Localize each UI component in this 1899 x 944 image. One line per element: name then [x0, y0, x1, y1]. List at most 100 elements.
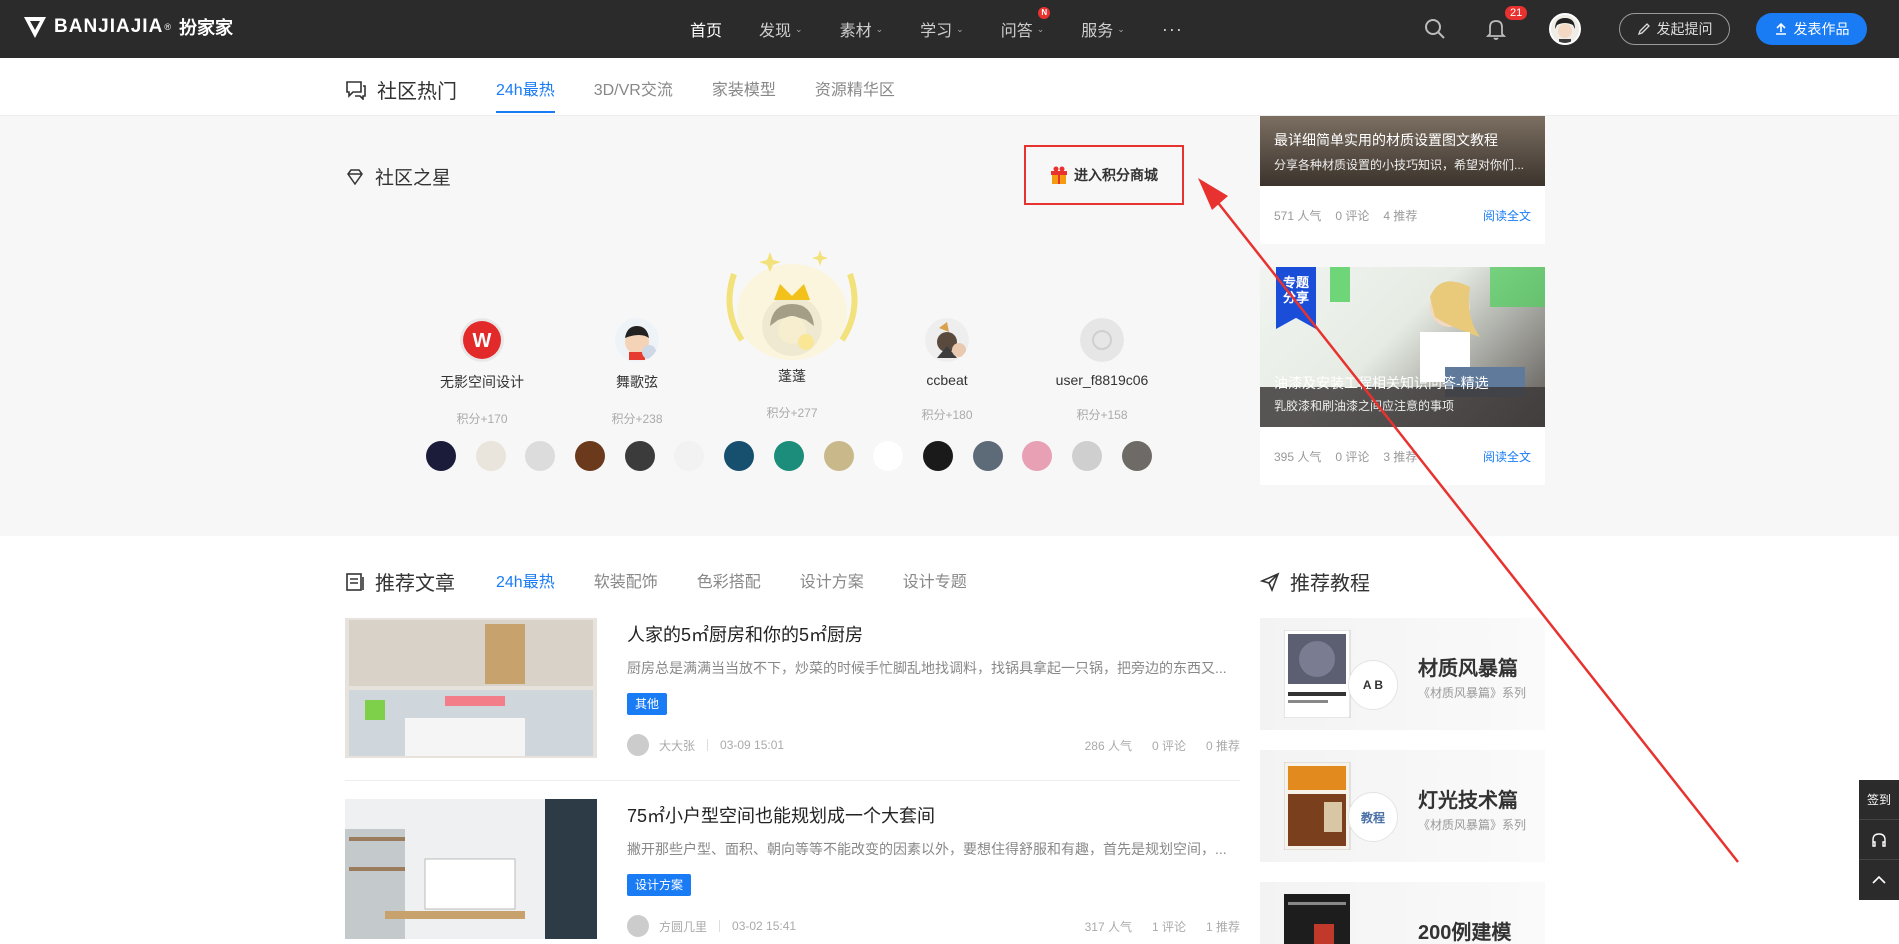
checkin-button[interactable]: 签到: [1859, 780, 1899, 820]
tab-soft-decor[interactable]: 软装配饰: [594, 568, 658, 605]
avatar[interactable]: [823, 441, 854, 471]
tab-design-plans[interactable]: 设计方案: [800, 568, 864, 605]
avatar[interactable]: [624, 441, 655, 471]
tab-24h-hot[interactable]: 24h最热: [496, 568, 555, 605]
tutorial-item-2[interactable]: 教程 灯光技术篇 《材质风暴篇》系列: [1260, 750, 1545, 862]
avatar[interactable]: [674, 441, 705, 471]
paper-plane-icon: [1260, 572, 1280, 592]
card-desc: 乳胶漆和刷油漆之间应注意的事项: [1274, 399, 1455, 413]
star-user-4[interactable]: ccbeat 积分+180: [882, 318, 1012, 423]
site-logo[interactable]: BANJIAJIA ® 扮家家: [22, 14, 233, 40]
tab-3dvr[interactable]: 3D/VR交流: [594, 76, 673, 113]
avatar[interactable]: [922, 441, 953, 471]
tutorial-item-3[interactable]: 200例建模: [1260, 882, 1545, 944]
chevron-down-icon: ⌄: [956, 23, 964, 34]
avatar: [925, 318, 969, 362]
upload-icon: [1775, 22, 1786, 35]
views-count: 317 人气: [1084, 919, 1132, 934]
chevron-down-icon: ⌄: [1117, 23, 1125, 34]
article-desc: 厨房总是满满当当放不下，炒菜的时候手忙脚乱地找调料，找锅具拿起一只锅，把旁边的东…: [627, 660, 1227, 676]
nav-more-button[interactable]: ···: [1162, 19, 1183, 40]
recommend-count: 1 推荐: [1205, 919, 1240, 934]
gift-icon: [1051, 166, 1067, 184]
avatar[interactable]: [575, 441, 606, 471]
star-user-1[interactable]: W 无影空间设计 积分+170: [417, 318, 547, 427]
tab-home-models[interactable]: 家装模型: [712, 76, 776, 113]
tutorial-title[interactable]: 200例建模: [1418, 916, 1511, 944]
avatar[interactable]: [724, 441, 755, 471]
avatar[interactable]: [1022, 441, 1053, 471]
read-more-link[interactable]: 阅读全文: [1483, 207, 1531, 224]
star-points: 积分+170: [456, 412, 508, 426]
nav-item-materials[interactable]: 素材 ⌄: [840, 17, 884, 41]
article-tag[interactable]: 其他: [627, 693, 668, 715]
article-title[interactable]: 人家的5㎡厨房和你的5㎡厨房: [627, 621, 863, 647]
avatar[interactable]: [773, 441, 804, 471]
ask-question-button[interactable]: 发起提问: [1619, 13, 1730, 45]
avatar[interactable]: [426, 441, 456, 471]
featured-card-2[interactable]: 专题 分享 油漆及安装工程相关知识问答-精选 乳胶漆和刷油漆之间应注意的事项 39…: [1260, 267, 1545, 485]
bell-icon[interactable]: [1484, 17, 1508, 41]
article-item-1[interactable]: 人家的5㎡厨房和你的5㎡厨房 厨房总是满满当当放不下，炒菜的时候手忙脚乱地找调料…: [345, 618, 1240, 793]
card-image: 最详细简单实用的材质设置图文教程 分享各种材质设置的小技巧知识，希望对你们...: [1260, 116, 1545, 186]
avatar[interactable]: [1071, 441, 1102, 471]
avatar[interactable]: [972, 441, 1003, 471]
tab-24h-hot[interactable]: 24h最热: [496, 76, 555, 113]
top-navbar: BANJIAJIA ® 扮家家 首页 发现 ⌄ 素材 ⌄ 学习 ⌄ 问答 ⌄ N 服务 ⌄ …: [0, 0, 1899, 58]
author-avatar[interactable]: [627, 734, 649, 756]
tab-resources[interactable]: 资源精华区: [815, 76, 895, 113]
author-name[interactable]: 大大张: [659, 737, 695, 754]
star-user-2[interactable]: 舞歌弦 积分+238: [572, 318, 702, 427]
nav-item-service[interactable]: 服务 ⌄: [1081, 17, 1125, 41]
logo-icon: [24, 17, 46, 38]
back-to-top-button[interactable]: [1859, 860, 1899, 900]
avatar[interactable]: [525, 441, 556, 471]
card-image: 专题 分享 油漆及安装工程相关知识问答-精选 乳胶漆和刷油漆之间应注意的事项: [1260, 267, 1545, 427]
tutorial-title[interactable]: 材质风暴篇: [1418, 652, 1518, 681]
article-item-2[interactable]: 75㎡小户型空间也能规划成一个大套间 撇开那些户型、面积、朝向等等不能改变的因素…: [345, 799, 1240, 944]
comments-count: 1 评论: [1151, 919, 1186, 934]
card-desc: 分享各种材质设置的小技巧知识，希望对你们...: [1274, 158, 1525, 172]
nav-item-learn[interactable]: 学习 ⌄: [920, 17, 964, 41]
tab-design-topics[interactable]: 设计专题: [903, 568, 967, 605]
nav-item-home[interactable]: 首页: [690, 17, 722, 41]
avatar[interactable]: [475, 441, 506, 471]
author-avatar[interactable]: [627, 915, 649, 937]
card-meta: 571 人气 0 评论 4 推荐 阅读全文: [1274, 207, 1531, 224]
comments-count: 0 评论: [1151, 738, 1186, 753]
search-icon[interactable]: [1423, 17, 1447, 41]
user-avatar[interactable]: [1549, 13, 1581, 45]
tutorial-item-1[interactable]: A B 材质风暴篇 《材质风暴篇》系列: [1260, 618, 1545, 730]
chat-bubble-icon: [346, 80, 366, 100]
new-badge: N: [1038, 7, 1051, 19]
logo-text-cn: 扮家家: [178, 18, 233, 38]
read-more-link[interactable]: 阅读全文: [1483, 448, 1531, 465]
nav-item-discover[interactable]: 发现 ⌄: [759, 17, 803, 41]
publish-work-button[interactable]: 发表作品: [1756, 13, 1867, 45]
tutorial-title[interactable]: 灯光技术篇: [1418, 784, 1518, 813]
article-title[interactable]: 75㎡小户型空间也能规划成一个大套间: [627, 802, 935, 828]
chevron-up-icon: [1872, 875, 1886, 884]
avatar[interactable]: [873, 441, 904, 471]
star-user-5[interactable]: user_f8819c06 积分+158: [1037, 318, 1167, 423]
article-desc: 撇开那些户型、面积、朝向等等不能改变的因素以外，要想住得舒服和有趣，首先是规划空…: [627, 841, 1227, 857]
headset-support-button[interactable]: [1859, 820, 1899, 860]
divider: [345, 780, 1240, 781]
article-meta: 大大张 03-09 15:01 286 人气 0 评论 0 推荐: [627, 734, 1240, 756]
laurel-crown-icon: [726, 250, 858, 360]
notification-count-badge: 21: [1505, 6, 1528, 20]
chevron-down-icon: ⌄: [795, 23, 803, 34]
featured-card-1[interactable]: 最详细简单实用的材质设置图文教程 分享各种材质设置的小技巧知识，希望对你们...…: [1260, 116, 1545, 244]
points-mall-button[interactable]: 进入积分商城: [1024, 145, 1184, 205]
tab-color-matching[interactable]: 色彩搭配: [697, 568, 761, 605]
article-thumbnail: [345, 618, 597, 758]
article-thumbnail: [345, 799, 597, 939]
article-tag[interactable]: 设计方案: [627, 874, 692, 896]
star-name: user_f8819c06: [1055, 372, 1149, 388]
community-hot-bar: 社区热门 24h最热 3D/VR交流 家装模型 资源精华区: [0, 58, 1899, 116]
author-name[interactable]: 方圆几里: [659, 918, 707, 935]
tutorial-subtitle: 《材质风暴篇》系列: [1418, 686, 1527, 700]
avatar[interactable]: [1121, 441, 1152, 471]
nav-item-qa[interactable]: 问答 ⌄ N: [1001, 7, 1051, 41]
star-name: 蓬蓬: [778, 368, 806, 384]
